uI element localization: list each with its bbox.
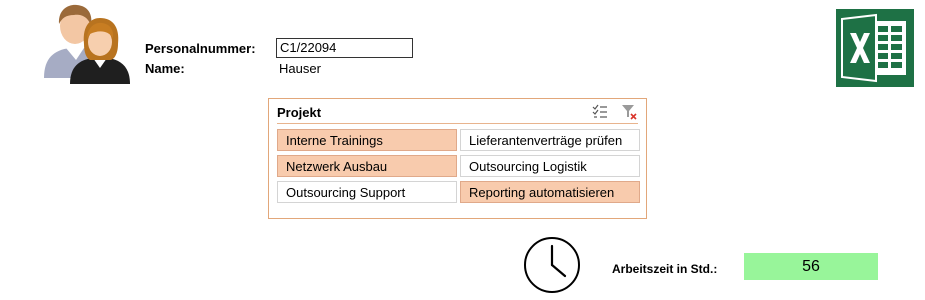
arbeitszeit-value: 56	[744, 253, 878, 280]
slicer-separator	[277, 123, 638, 124]
slicer-title: Projekt	[277, 105, 322, 120]
multi-select-icon[interactable]	[592, 104, 608, 120]
slicer-item[interactable]: Outsourcing Logistik	[460, 155, 640, 177]
people-icon	[44, 4, 130, 84]
name-label: Name:	[145, 61, 185, 76]
personalnummer-field[interactable]: C1/22094	[276, 38, 413, 58]
clock-icon	[524, 237, 580, 293]
slicer-item[interactable]: Netzwerk Ausbau	[277, 155, 457, 177]
personalnummer-label: Personalnummer:	[145, 41, 256, 56]
slicer-item[interactable]: Interne Trainings	[277, 129, 457, 151]
slicer-item[interactable]: Reporting automatisieren	[460, 181, 640, 203]
project-slicer: Projekt Interne Trainings Lieferantenvert…	[268, 98, 647, 219]
arbeitszeit-label: Arbeitszeit in Std.:	[612, 262, 718, 276]
name-value: Hauser	[279, 61, 321, 76]
clear-filter-icon[interactable]	[621, 104, 637, 120]
slicer-item[interactable]: Outsourcing Support	[277, 181, 457, 203]
slicer-item[interactable]: Lieferantenverträge prüfen	[460, 129, 640, 151]
excel-icon	[836, 9, 914, 87]
